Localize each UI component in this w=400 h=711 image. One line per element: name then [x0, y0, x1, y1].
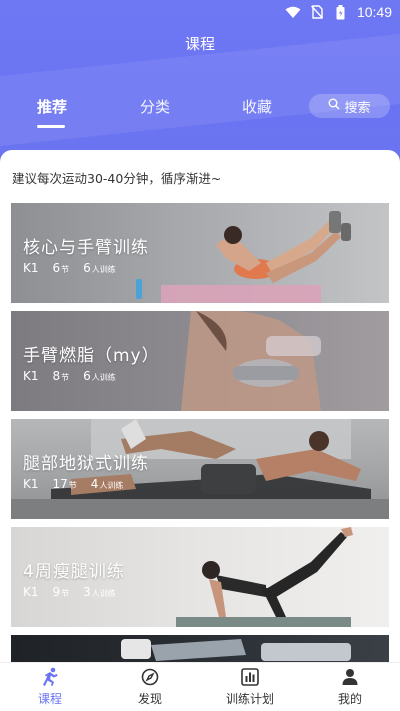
- course-sessions: 17: [52, 477, 68, 491]
- nav-discover-label: 发现: [137, 692, 162, 706]
- compass-icon: [105, 667, 195, 687]
- course-sessions: 9: [52, 585, 61, 599]
- person-icon: [305, 667, 395, 687]
- course-card[interactable]: 4周瘦腿训练 K1 9 节 3 人训练: [11, 527, 389, 627]
- training-tip: 建议每次运动30-40分钟，循序渐进~: [12, 171, 222, 186]
- course-trainees: 6: [83, 261, 91, 275]
- no-sim-icon: [309, 5, 325, 19]
- bottom-nav: 课程 发现 训练计划 我的: [0, 662, 400, 711]
- course-trainees-unit: 人训练: [91, 589, 116, 598]
- course-trainees: 3: [83, 585, 91, 599]
- course-trainees: 6: [83, 369, 91, 383]
- nav-courses[interactable]: 课程: [5, 667, 95, 707]
- nav-profile[interactable]: 我的: [305, 667, 395, 707]
- course-meta: K1 9 节 3 人训练: [23, 585, 116, 599]
- bar-chart-icon: [205, 667, 295, 687]
- course-card[interactable]: 核心与手臂训练 K1 6 节 6 人训练: [11, 203, 389, 303]
- runner-icon: [5, 667, 95, 687]
- course-list-panel: 建议每次运动30-40分钟，循序渐进~ 核心与手臂训练 K1 6 节 6 人训练: [0, 150, 400, 670]
- nav-profile-label: 我的: [337, 692, 362, 706]
- course-meta: K1 8 节 6 人训练: [23, 369, 116, 383]
- search-label: 搜索: [344, 100, 371, 116]
- course-title: 腿部地狱式训练: [23, 454, 149, 474]
- nav-training-plan[interactable]: 训练计划: [205, 667, 295, 707]
- search-icon: [328, 98, 341, 114]
- course-title: 4周瘦腿训练: [23, 562, 125, 582]
- course-sessions-unit: 节: [61, 589, 70, 598]
- course-level: K1: [23, 261, 39, 275]
- course-title: 手臂燃脂（my）: [23, 346, 160, 366]
- header: 10:49 课程 推荐 分类 收藏 搜索: [0, 0, 400, 175]
- course-trainees: 4: [90, 477, 99, 491]
- course-card[interactable]: 腿部地狱式训练 K1 17 节 4 人训练: [11, 419, 389, 519]
- course-trainees-unit: 人训练: [91, 265, 116, 274]
- page-title: 课程: [184, 35, 215, 53]
- course-card[interactable]: 手臂燃脂（my） K1 8 节 6 人训练: [11, 311, 389, 411]
- status-bar: 10:49: [0, 0, 400, 24]
- tab-category[interactable]: 分类: [140, 96, 170, 117]
- course-level: K1: [23, 477, 39, 491]
- tab-favorites[interactable]: 收藏: [242, 96, 272, 117]
- course-level: K1: [23, 585, 39, 599]
- battery-icon: [333, 4, 349, 19]
- course-sessions-unit: 节: [61, 373, 70, 382]
- course-level: K1: [23, 369, 39, 383]
- course-trainees-unit: 人训练: [99, 481, 124, 490]
- search-button[interactable]: 搜索: [309, 94, 390, 118]
- course-title: 核心与手臂训练: [23, 238, 149, 258]
- status-time: 10:49: [356, 4, 392, 20]
- tab-recommend[interactable]: 推荐: [37, 96, 67, 117]
- course-sessions-unit: 节: [68, 481, 77, 490]
- nav-training-plan-label: 训练计划: [225, 692, 274, 706]
- course-trainees-unit: 人训练: [91, 373, 116, 382]
- course-sessions: 6: [52, 261, 61, 275]
- course-meta: K1 6 节 6 人训练: [23, 261, 116, 275]
- course-sessions-unit: 节: [61, 265, 70, 274]
- course-sessions: 8: [52, 369, 61, 383]
- nav-courses-label: 课程: [37, 692, 62, 706]
- active-tab-indicator: [37, 125, 65, 128]
- wifi-icon: [285, 5, 301, 19]
- nav-discover[interactable]: 发现: [105, 667, 195, 707]
- course-meta: K1 17 节 4 人训练: [23, 477, 123, 491]
